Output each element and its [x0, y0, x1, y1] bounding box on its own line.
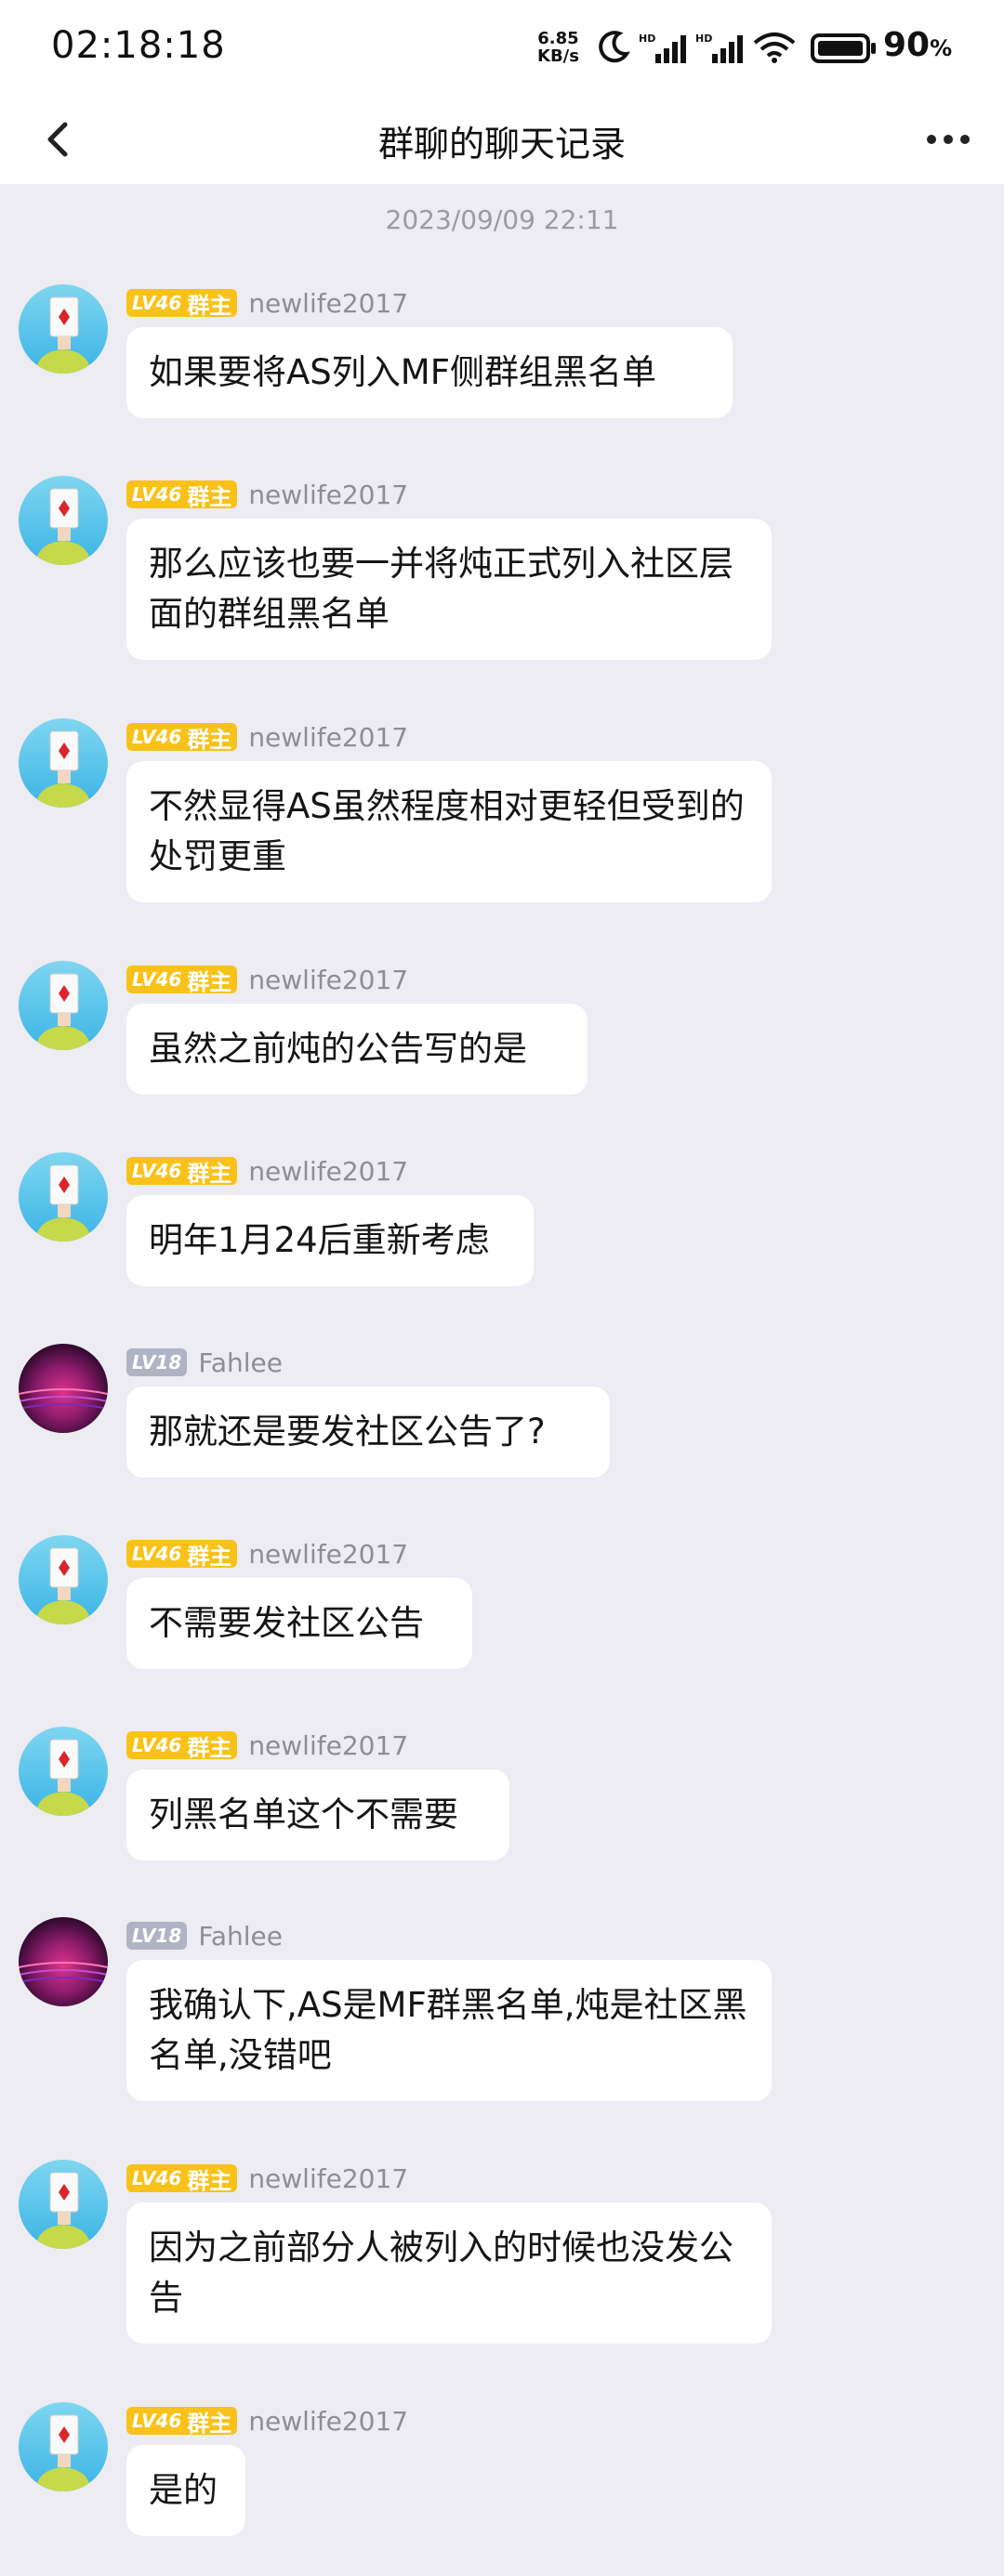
avatar[interactable]	[19, 284, 108, 374]
role-badge: 群主	[187, 1734, 232, 1761]
role-badge: 群主	[187, 483, 232, 510]
status-bar: 02:18:18 6.85 KB/s HD HD 90%	[0, 0, 1004, 95]
level-badge: LV46 群主	[126, 1731, 238, 1761]
hd-signal-icon: HD	[639, 33, 686, 63]
avatar[interactable]	[19, 1535, 108, 1624]
avatar[interactable]	[19, 1152, 108, 1242]
hd-signal-icon: HD	[695, 33, 743, 63]
level-text: LV46	[132, 1543, 182, 1565]
message-bubble[interactable]: 不需要发社区公告	[126, 1578, 472, 1669]
sender-name[interactable]: newlife2017	[248, 480, 408, 510]
sender-meta: LV46 群主 newlife2017	[126, 1535, 408, 1572]
level-badge: LV46 群主	[126, 1540, 238, 1570]
role-badge: 群主	[187, 2410, 232, 2437]
sender-meta: LV46 群主 newlife2017	[126, 284, 408, 322]
message-bubble[interactable]: 因为之前部分人被列入的时候也没发公告	[126, 2202, 772, 2344]
message-bubble[interactable]: 如果要将AS列入MF侧群组黑名单	[126, 327, 733, 418]
level-badge: LV46 群主	[126, 2407, 238, 2437]
svg-text:HD: HD	[695, 33, 712, 45]
level-text: LV46	[132, 2167, 182, 2189]
level-text: LV46	[132, 292, 182, 314]
net-speed: 6.85 KB/s	[537, 30, 579, 65]
battery-level: 90%	[883, 26, 952, 64]
level-text: LV46	[132, 968, 182, 991]
sender-meta: LV46 群主 newlife2017	[126, 1152, 408, 1189]
more-dots-icon[interactable]	[920, 115, 976, 162]
svg-text:HD: HD	[639, 33, 655, 45]
sender-name[interactable]: Fahlee	[198, 1347, 283, 1378]
sender-meta: LV18 Fahlee	[126, 1344, 283, 1381]
message-bubble[interactable]: 列黑名单这个不需要	[126, 1769, 509, 1860]
sender-meta: LV46 群主 newlife2017	[126, 1727, 408, 1764]
sender-meta: LV46 群主 newlife2017	[126, 961, 408, 998]
sender-meta: LV46 群主 newlife2017	[126, 476, 408, 513]
level-badge: LV46 群主	[126, 1157, 238, 1187]
sender-name[interactable]: newlife2017	[248, 722, 408, 753]
avatar[interactable]	[19, 2160, 108, 2249]
level-text: LV18	[132, 1925, 182, 1947]
level-badge: LV46 群主	[126, 289, 238, 319]
level-text: LV46	[132, 1160, 182, 1182]
message-bubble[interactable]: 不然显得AS虽然程度相对更轻但受到的处罚更重	[126, 761, 772, 902]
sender-name[interactable]: Fahlee	[198, 1921, 283, 1952]
battery-icon	[811, 33, 876, 63]
sender-meta: LV18 Fahlee	[126, 1917, 283, 1954]
sender-name[interactable]: newlife2017	[248, 288, 408, 319]
level-badge: LV46 群主	[126, 723, 238, 753]
sender-name[interactable]: newlife2017	[248, 1730, 408, 1761]
battery-unit: %	[930, 35, 953, 61]
sender-name[interactable]: newlife2017	[248, 1156, 408, 1187]
level-badge: LV46 群主	[126, 2164, 238, 2194]
sender-meta: LV46 群主 newlife2017	[126, 2160, 408, 2197]
avatar[interactable]	[19, 2402, 108, 2491]
message-bubble[interactable]: 我确认下,AS是MF群黑名单,炖是社区黑名单,没错吧	[126, 1960, 772, 2101]
level-text: LV46	[132, 483, 182, 506]
role-badge: 群主	[187, 726, 232, 753]
status-time: 02:18:18	[51, 24, 226, 67]
message-bubble[interactable]: 虽然之前炖的公告写的是	[126, 1004, 588, 1095]
avatar[interactable]	[19, 1917, 108, 2006]
level-badge: LV46 群主	[126, 480, 238, 510]
net-speed-value: 6.85	[537, 29, 579, 48]
sender-name[interactable]: newlife2017	[248, 2406, 408, 2437]
level-badge: LV18	[126, 1348, 188, 1376]
net-speed-unit: KB/s	[537, 46, 579, 66]
level-text: LV46	[132, 1734, 182, 1756]
role-badge: 群主	[187, 1543, 232, 1570]
sender-name[interactable]: newlife2017	[248, 2163, 408, 2194]
chat-timestamp: 2023/09/09 22:11	[385, 204, 619, 235]
avatar[interactable]	[19, 476, 108, 565]
avatar[interactable]	[19, 1727, 108, 1816]
sender-name[interactable]: newlife2017	[248, 965, 408, 995]
level-text: LV46	[132, 726, 182, 748]
moon-icon	[599, 31, 630, 63]
role-badge: 群主	[187, 2167, 232, 2194]
avatar[interactable]	[19, 961, 108, 1050]
battery-percent: 90	[883, 26, 931, 64]
message-bubble[interactable]: 那么应该也要一并将炖正式列入社区层面的群组黑名单	[126, 519, 772, 660]
level-text: LV46	[132, 2410, 182, 2432]
header: 群聊的聊天记录	[0, 95, 1004, 184]
wifi-icon	[753, 33, 796, 63]
avatar[interactable]	[19, 718, 108, 808]
message-bubble[interactable]: 明年1月24后重新考虑	[126, 1195, 534, 1286]
page-title: 群聊的聊天记录	[377, 124, 626, 164]
role-badge: 群主	[187, 968, 232, 995]
level-text: LV18	[132, 1351, 182, 1373]
role-badge: 群主	[187, 1160, 232, 1187]
sender-meta: LV46 群主 newlife2017	[126, 718, 408, 756]
level-badge: LV18	[126, 1922, 188, 1950]
message-bubble[interactable]: 那就还是要发社区公告了?	[126, 1387, 610, 1478]
sender-meta: LV46 群主 newlife2017	[126, 2402, 408, 2439]
role-badge: 群主	[187, 292, 232, 319]
level-badge: LV46 群主	[126, 966, 238, 995]
avatar[interactable]	[19, 1344, 108, 1433]
message-bubble[interactable]: 是的	[126, 2445, 245, 2536]
sender-name[interactable]: newlife2017	[248, 1539, 408, 1570]
